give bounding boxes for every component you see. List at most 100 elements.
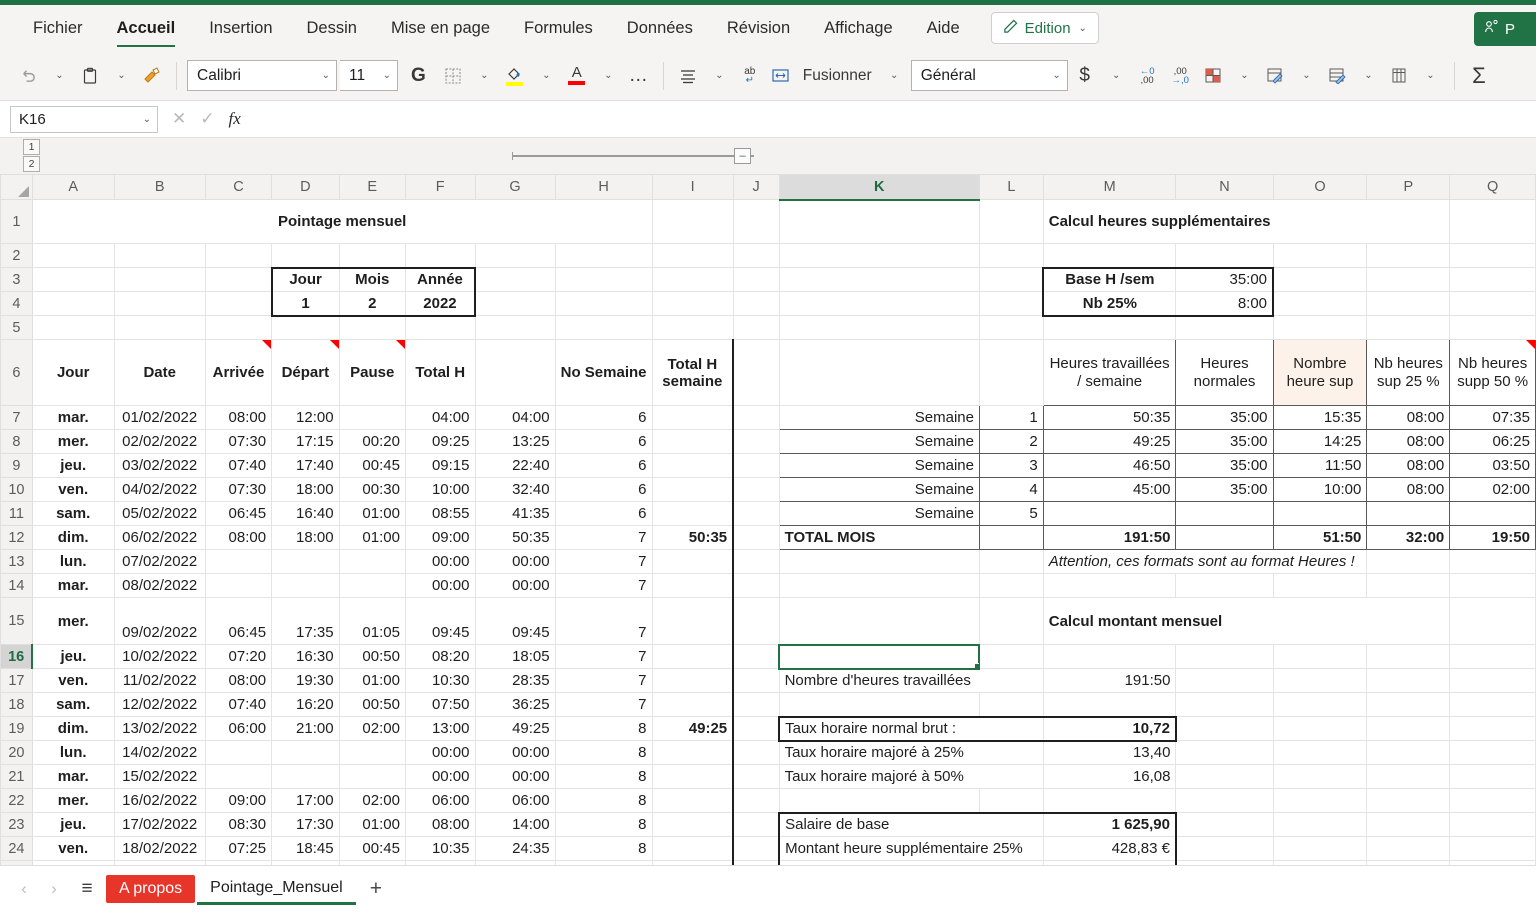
cell-Q14[interactable]	[1449, 573, 1536, 598]
cell-N17[interactable]	[1175, 668, 1274, 693]
cell-J3[interactable]	[732, 267, 780, 292]
merge-button[interactable]: Fusionner	[798, 60, 877, 92]
all-sheets-menu-icon[interactable]: ≡	[70, 878, 104, 900]
ribbon-tab-fichier[interactable]: Fichier	[16, 5, 100, 51]
cell-arrivee[interactable]	[204, 573, 273, 598]
borders-button[interactable]	[439, 60, 467, 92]
outline-level-2-button[interactable]: 2	[23, 156, 40, 172]
cell-arrivee[interactable]: 06:00	[204, 716, 273, 741]
cell-date[interactable]: 10/02/2022	[113, 644, 206, 669]
week-sup-4[interactable]: 10:00	[1272, 477, 1368, 502]
cell-H5[interactable]	[554, 315, 653, 340]
cell-no-semaine[interactable]: 8	[554, 836, 653, 861]
cell-date[interactable]: 18/02/2022	[113, 836, 206, 861]
cell-K14[interactable]	[778, 573, 980, 598]
cell-no-semaine[interactable]: 7	[554, 525, 653, 550]
cell-J2[interactable]	[732, 243, 780, 268]
cell-date[interactable]: 09/02/2022	[113, 597, 206, 645]
week-sup-5[interactable]	[1272, 501, 1368, 526]
cell-O2[interactable]	[1272, 243, 1368, 268]
row-header-6[interactable]: 6	[0, 339, 33, 406]
cell-total-h[interactable]: 04:00	[404, 405, 476, 430]
week-sup-2[interactable]: 14:25	[1272, 429, 1368, 454]
cell-K5[interactable]	[778, 315, 980, 340]
cell-L18[interactable]	[978, 692, 1044, 717]
week-sup50-2[interactable]: 06:25	[1449, 429, 1536, 454]
cell-D5[interactable]	[271, 315, 340, 340]
ribbon-tab-dessin[interactable]: Dessin	[290, 5, 374, 51]
cell-depart[interactable]: 18:45	[271, 836, 340, 861]
spreadsheet-grid[interactable]: A B C D E F G H I J K L M N O P Q 1 Poin…	[0, 174, 1536, 874]
ribbon-tab-accueil[interactable]: Accueil	[100, 5, 193, 51]
active-cell-K16[interactable]	[778, 643, 981, 670]
cell-cumul[interactable]: 13:25	[474, 429, 556, 454]
week-sup-3[interactable]: 11:50	[1272, 453, 1368, 478]
column-header-B[interactable]: B	[113, 174, 206, 200]
cell-arrivee[interactable]	[204, 764, 273, 789]
cell-depart[interactable]: 16:40	[271, 501, 340, 526]
cell-total-h[interactable]: 10:00	[404, 477, 476, 502]
fill-color-button[interactable]	[501, 60, 529, 92]
add-sheet-button[interactable]: +	[358, 877, 394, 901]
fill-color-dropdown[interactable]: ⌄	[532, 60, 560, 92]
ribbon-tab-revision[interactable]: Révision	[710, 5, 807, 51]
cell-pause[interactable]: 02:00	[338, 716, 406, 741]
week-normal-3[interactable]: 35:00	[1175, 453, 1274, 478]
cell-Q16[interactable]	[1449, 644, 1536, 669]
merge-icon-button[interactable]	[767, 60, 795, 92]
cell-total-h[interactable]: 00:00	[404, 573, 476, 598]
cell-L14[interactable]	[978, 573, 1044, 598]
cell-total-h[interactable]: 00:00	[404, 549, 476, 574]
cell-arrivee[interactable]: 08:00	[204, 405, 273, 430]
row-header-20[interactable]: 20	[0, 740, 33, 765]
cell-J20[interactable]	[732, 740, 780, 765]
cell-E5[interactable]	[338, 315, 406, 340]
cell-Q2[interactable]	[1449, 243, 1536, 268]
cell-pause[interactable]: 00:45	[338, 836, 406, 861]
ribbon-tab-insertion[interactable]: Insertion	[192, 5, 289, 51]
cell-pause[interactable]: 01:00	[338, 525, 406, 550]
number-format-select[interactable]: Général ⌄	[910, 60, 1068, 91]
cell-M22[interactable]	[1042, 788, 1177, 813]
cell-arrivee[interactable]: 08:00	[204, 668, 273, 693]
cell-P5[interactable]	[1366, 315, 1451, 340]
week-sup50-1[interactable]: 07:35	[1449, 405, 1536, 430]
row-header-24[interactable]: 24	[0, 836, 33, 861]
cell-date[interactable]: 14/02/2022	[113, 740, 206, 765]
date-value-jour[interactable]: 1	[270, 291, 340, 317]
bold-button[interactable]: G	[401, 60, 436, 92]
row-header-11[interactable]: 11	[0, 501, 33, 526]
cell-N14[interactable]	[1175, 573, 1274, 598]
cell-no-semaine[interactable]: 7	[554, 597, 653, 645]
week-normal-4[interactable]: 35:00	[1175, 477, 1274, 502]
cell-depart[interactable]: 17:15	[271, 429, 340, 454]
cell-total-h[interactable]: 00:00	[404, 740, 476, 765]
total-mois-normal[interactable]	[1175, 525, 1274, 550]
cell-M18[interactable]	[1042, 692, 1177, 717]
row-header-5[interactable]: 5	[0, 315, 33, 340]
cell-K22[interactable]	[778, 788, 980, 813]
cell-N16[interactable]	[1175, 644, 1274, 669]
cell-jour[interactable]: ven.	[31, 836, 115, 861]
cell-L15[interactable]	[978, 597, 1044, 645]
cell-K2[interactable]	[778, 243, 980, 268]
cell-A2[interactable]	[31, 243, 115, 268]
cell-total-semaine[interactable]	[651, 549, 735, 574]
cell-Q15[interactable]	[1449, 597, 1536, 645]
cell-L13[interactable]	[978, 549, 1044, 574]
column-header-M[interactable]: M	[1042, 174, 1177, 200]
cell-P23[interactable]	[1366, 812, 1451, 837]
wrap-text-button[interactable]: ab ↵	[736, 60, 764, 92]
cell-pause[interactable]: 00:50	[338, 692, 406, 717]
cell-depart[interactable]: 19:30	[271, 668, 340, 693]
cell-J7[interactable]	[732, 405, 780, 430]
montant-25-value[interactable]: 428,83 €	[1042, 836, 1177, 861]
autosum-button[interactable]: Σ	[1465, 60, 1493, 92]
cell-K15[interactable]	[778, 597, 980, 645]
cell-I5[interactable]	[651, 315, 734, 340]
cell-arrivee[interactable]: 07:40	[204, 692, 273, 717]
cell-F2[interactable]	[404, 243, 476, 268]
week-sup50-5[interactable]	[1449, 501, 1536, 526]
undo-button[interactable]	[14, 60, 42, 92]
cell-G3[interactable]	[474, 267, 556, 292]
